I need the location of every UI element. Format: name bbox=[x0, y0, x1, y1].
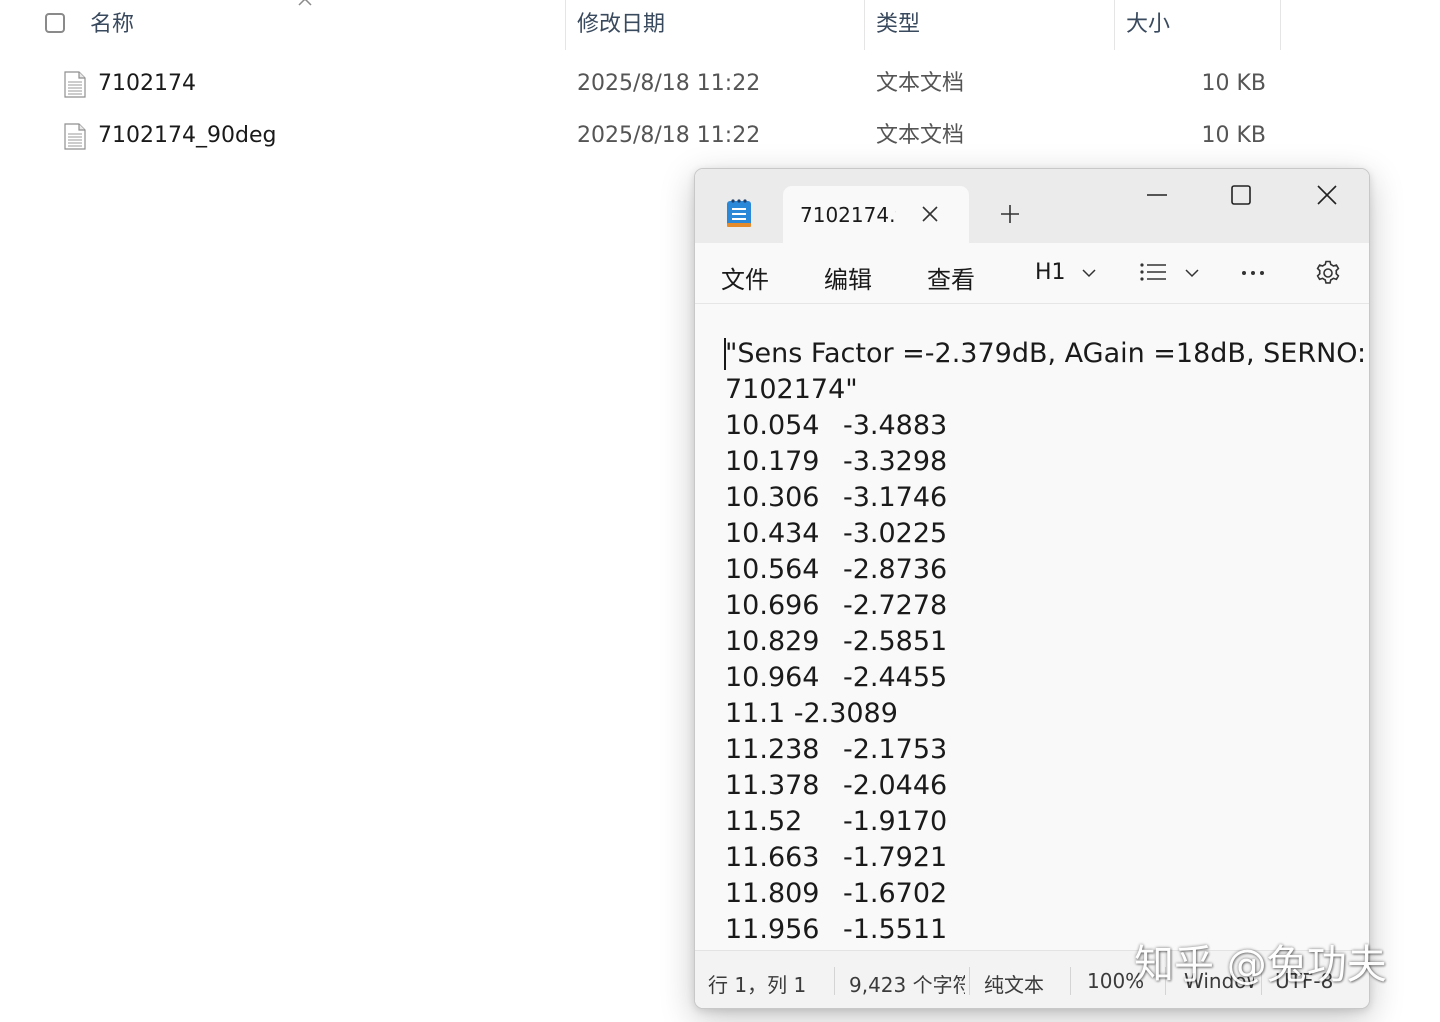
data-line: 10.434 -3.0225 bbox=[725, 516, 947, 552]
column-divider[interactable] bbox=[1280, 0, 1281, 50]
value-y: -3.0225 bbox=[843, 518, 948, 549]
status-divider bbox=[834, 967, 835, 995]
data-line: 10.696 -2.7278 bbox=[725, 588, 947, 624]
value-y: -3.1746 bbox=[843, 482, 948, 513]
heading-dropdown[interactable]: H1 bbox=[1035, 260, 1066, 285]
data-line: 11.956 -1.5511 bbox=[725, 912, 947, 948]
value-x: 10.179 bbox=[725, 446, 820, 477]
value-x: 11.238 bbox=[725, 734, 820, 765]
data-line: 10.829 -2.5851 bbox=[725, 624, 947, 660]
value-y: -2.0446 bbox=[843, 770, 948, 801]
text-line: 7102174" bbox=[725, 374, 858, 405]
column-header-type[interactable]: 类型 bbox=[876, 0, 920, 50]
column-divider[interactable] bbox=[864, 0, 865, 50]
value-y: -3.3298 bbox=[843, 446, 948, 477]
notepad-window: 7102174.txt 文件 编辑 查看 H1 bbox=[694, 168, 1370, 1009]
value-y: -2.1753 bbox=[843, 734, 948, 765]
value-x: 10.054 bbox=[725, 410, 820, 441]
value-x: 10.434 bbox=[725, 518, 820, 549]
more-options-icon[interactable] bbox=[1241, 269, 1265, 277]
data-line: 10.179 -3.3298 bbox=[725, 444, 947, 480]
column-header-size[interactable]: 大小 bbox=[1126, 0, 1170, 50]
text-file-icon bbox=[64, 123, 86, 150]
value-x: 10.829 bbox=[725, 626, 820, 657]
file-row[interactable]: 7102174 2025/8/18 11:22 文本文档 10 KB bbox=[0, 64, 1300, 104]
file-date: 2025/8/18 11:22 bbox=[577, 123, 761, 148]
file-type: 文本文档 bbox=[876, 71, 965, 96]
value-y: -1.9170 bbox=[843, 806, 948, 837]
new-tab-icon[interactable] bbox=[999, 203, 1021, 225]
data-line: 11.52 -1.9170 bbox=[725, 804, 947, 840]
value-y: -2.7278 bbox=[843, 590, 948, 621]
data-line: 10.306 -3.1746 bbox=[725, 480, 947, 516]
data-line: 10.054 -3.4883 bbox=[725, 408, 947, 444]
status-cursor-position: 行 1，列 1 bbox=[708, 973, 807, 997]
value-y: -2.5851 bbox=[843, 626, 948, 657]
value-x: 11.956 bbox=[725, 914, 820, 945]
chevron-down-icon[interactable] bbox=[1185, 269, 1199, 278]
menu-bar: 文件 编辑 查看 H1 bbox=[695, 243, 1369, 304]
value-y: -2.8736 bbox=[843, 554, 948, 585]
status-format[interactable]: 纯文本 bbox=[984, 969, 1064, 998]
sort-ascending-icon bbox=[298, 0, 312, 6]
close-window-icon[interactable] bbox=[1315, 183, 1339, 207]
text-line: "Sens Factor =-2.379dB, AGain =18dB, SER… bbox=[725, 338, 1367, 369]
data-line: 10.564 -2.8736 bbox=[725, 552, 947, 588]
file-type: 文本文档 bbox=[876, 123, 965, 148]
document-tab[interactable]: 7102174.txt bbox=[783, 186, 969, 243]
title-bar[interactable]: 7102174.txt bbox=[695, 169, 1369, 243]
status-divider bbox=[969, 967, 970, 995]
notepad-app-icon bbox=[727, 199, 751, 227]
file-name: 7102174 bbox=[98, 71, 196, 96]
data-line: 10.964 -2.4455 bbox=[725, 660, 947, 696]
menu-file[interactable]: 文件 bbox=[721, 260, 769, 295]
column-divider[interactable] bbox=[565, 0, 566, 50]
text-file-icon bbox=[64, 71, 86, 98]
value-x: 11.378 bbox=[725, 770, 820, 801]
data-line: 11.663 -1.7921 bbox=[725, 840, 947, 876]
file-name: 7102174_90deg bbox=[98, 123, 277, 148]
value-x: 10.306 bbox=[725, 482, 820, 513]
status-char-count: 9,423 个字符 bbox=[849, 973, 965, 997]
value-y: -1.7921 bbox=[843, 842, 948, 873]
value-y: -1.5511 bbox=[843, 914, 948, 945]
menu-edit[interactable]: 编辑 bbox=[824, 260, 872, 295]
data-line: 11.238 -2.1753 bbox=[725, 732, 947, 768]
maximize-icon[interactable] bbox=[1229, 183, 1253, 207]
data-line: 11.1 -2.3089 bbox=[725, 698, 898, 729]
data-line: 11.378 -2.0446 bbox=[725, 768, 947, 804]
list-icon[interactable] bbox=[1139, 261, 1167, 283]
value-x: 10.696 bbox=[725, 590, 820, 621]
value-x: 11.809 bbox=[725, 878, 820, 909]
value-x: 11.52 bbox=[725, 806, 803, 837]
minimize-icon[interactable] bbox=[1145, 183, 1169, 207]
file-size: 10 KB bbox=[1201, 71, 1266, 96]
value-x: 10.964 bbox=[725, 662, 820, 693]
column-header-date[interactable]: 修改日期 bbox=[577, 0, 665, 50]
select-all-checkbox[interactable] bbox=[45, 13, 65, 33]
file-size: 10 KB bbox=[1201, 123, 1266, 148]
close-tab-icon[interactable] bbox=[919, 203, 941, 225]
data-line: 11.809 -1.6702 bbox=[725, 876, 947, 912]
text-editor[interactable]: "Sens Factor =-2.379dB, AGain =18dB, SER… bbox=[695, 304, 1369, 950]
value-x: 11.663 bbox=[725, 842, 820, 873]
menu-view[interactable]: 查看 bbox=[927, 260, 975, 295]
value-y: -3.4883 bbox=[843, 410, 948, 441]
tab-title: 7102174.txt bbox=[800, 203, 896, 227]
status-divider bbox=[1070, 967, 1071, 995]
value-y: -2.4455 bbox=[843, 662, 948, 693]
chevron-down-icon[interactable] bbox=[1082, 269, 1096, 278]
column-divider[interactable] bbox=[1114, 0, 1115, 50]
settings-gear-icon[interactable] bbox=[1314, 259, 1342, 287]
file-row[interactable]: 7102174_90deg 2025/8/18 11:22 文本文档 10 KB bbox=[0, 116, 1300, 156]
column-header-name[interactable]: 名称 bbox=[90, 0, 134, 50]
watermark-text: 知乎 @兔功夫 bbox=[1134, 942, 1387, 988]
value-x: 10.564 bbox=[725, 554, 820, 585]
value-y: -1.6702 bbox=[843, 878, 948, 909]
file-date: 2025/8/18 11:22 bbox=[577, 71, 761, 96]
